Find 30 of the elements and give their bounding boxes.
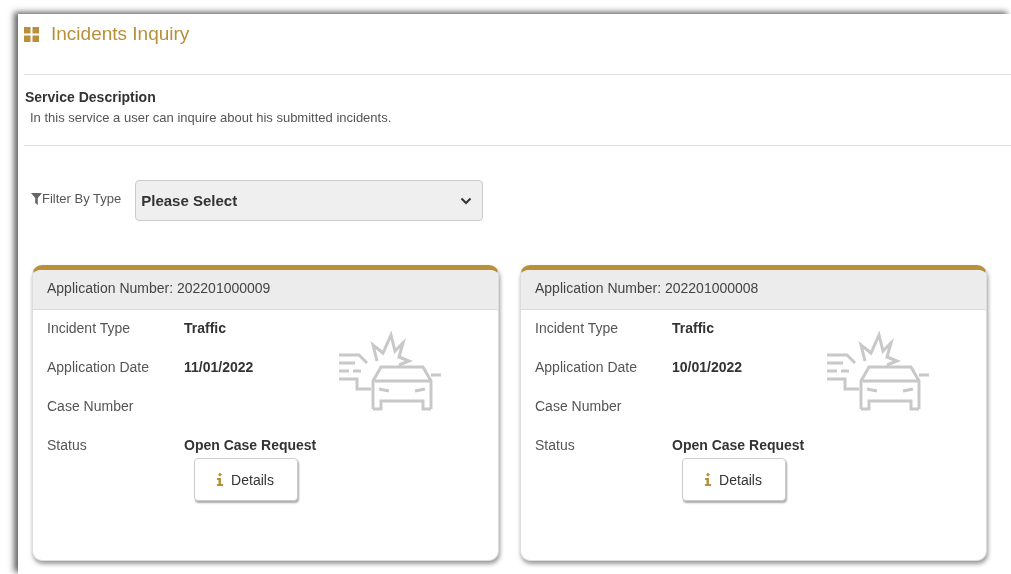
field-value: Open Case Request (672, 436, 805, 454)
grid-icon (24, 26, 39, 42)
field-label: Case Number (535, 397, 623, 415)
field-value: 11/01/2022 (184, 358, 254, 376)
field-label: Case Number (47, 397, 135, 415)
field-value: Traffic (672, 319, 714, 337)
type-select[interactable]: Please Select (135, 180, 484, 221)
field-label: Status (535, 436, 576, 454)
info-icon (217, 473, 224, 486)
service-description: In this service a user can inquire about his submitted incidents. (30, 110, 393, 125)
section-heading: Service Description (25, 89, 157, 105)
field-label: Status (47, 436, 88, 454)
filter-icon (31, 192, 42, 205)
field-label: Application Date (535, 358, 638, 376)
field-value: Open Case Request (184, 436, 317, 454)
page-title: Incidents Inquiry (51, 23, 190, 45)
filter-label: Filter By Type (42, 191, 122, 206)
details-button[interactable]: Details (193, 458, 298, 501)
field-label: Incident Type (47, 319, 132, 337)
card-header: Application Number: 202201000009 (33, 270, 498, 310)
field-value: Traffic (184, 319, 226, 337)
chevron-icon (460, 196, 473, 205)
car-crash-icon (825, 331, 929, 411)
info-icon (705, 473, 712, 486)
field-label: Application Date (47, 358, 150, 376)
field-value: 10/01/2022 (672, 358, 743, 376)
car-crash-icon (337, 331, 441, 411)
details-button[interactable]: Details (681, 458, 786, 501)
field-label: Incident Type (535, 319, 620, 337)
card-header: Application Number: 202201000008 (521, 270, 986, 310)
